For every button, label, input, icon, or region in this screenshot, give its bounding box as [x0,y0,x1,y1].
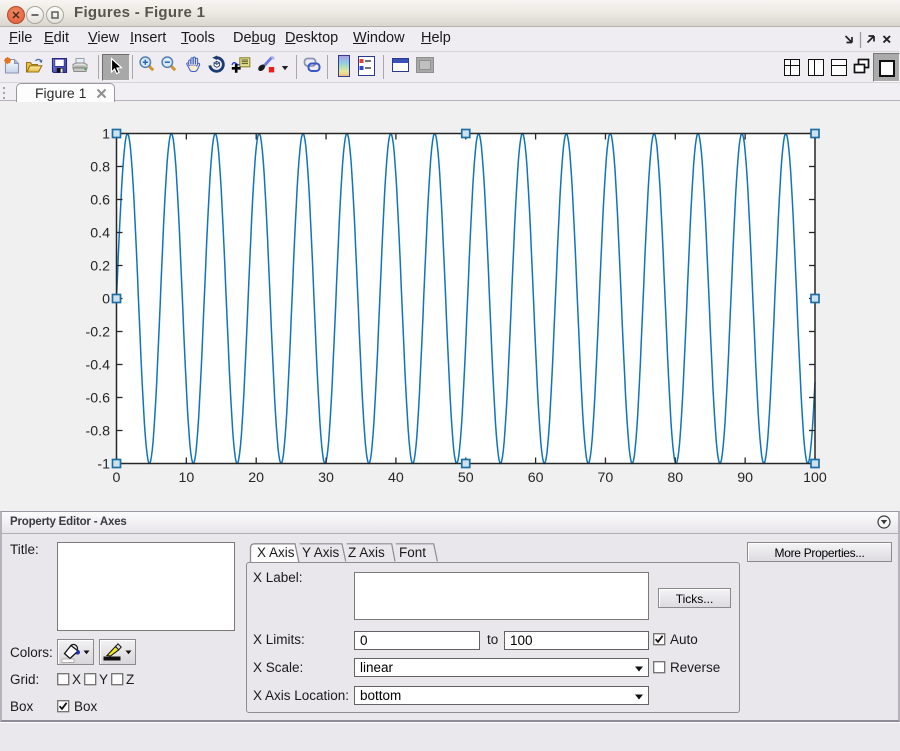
svg-text:0: 0 [113,470,121,486]
svg-text:10: 10 [178,470,194,486]
svg-text:90: 90 [737,470,753,486]
svg-text:0.8: 0.8 [90,160,110,176]
svg-text:40: 40 [388,470,404,486]
svg-text:100: 100 [803,470,827,486]
svg-text:80: 80 [667,470,683,486]
svg-text:70: 70 [598,470,614,486]
svg-text:1: 1 [102,127,110,143]
svg-text:50: 50 [458,470,474,486]
svg-text:-0.6: -0.6 [86,391,111,407]
svg-text:30: 30 [318,470,334,486]
svg-text:0.4: 0.4 [90,226,110,242]
svg-text:-0.4: -0.4 [86,358,111,374]
svg-text:-0.8: -0.8 [86,424,111,440]
svg-text:0.2: 0.2 [90,259,110,275]
svg-text:0.6: 0.6 [90,193,110,209]
svg-text:-1: -1 [97,457,110,473]
svg-text:20: 20 [248,470,264,486]
svg-text:60: 60 [528,470,544,486]
svg-text:0: 0 [102,292,110,308]
svg-text:-0.2: -0.2 [86,325,111,341]
